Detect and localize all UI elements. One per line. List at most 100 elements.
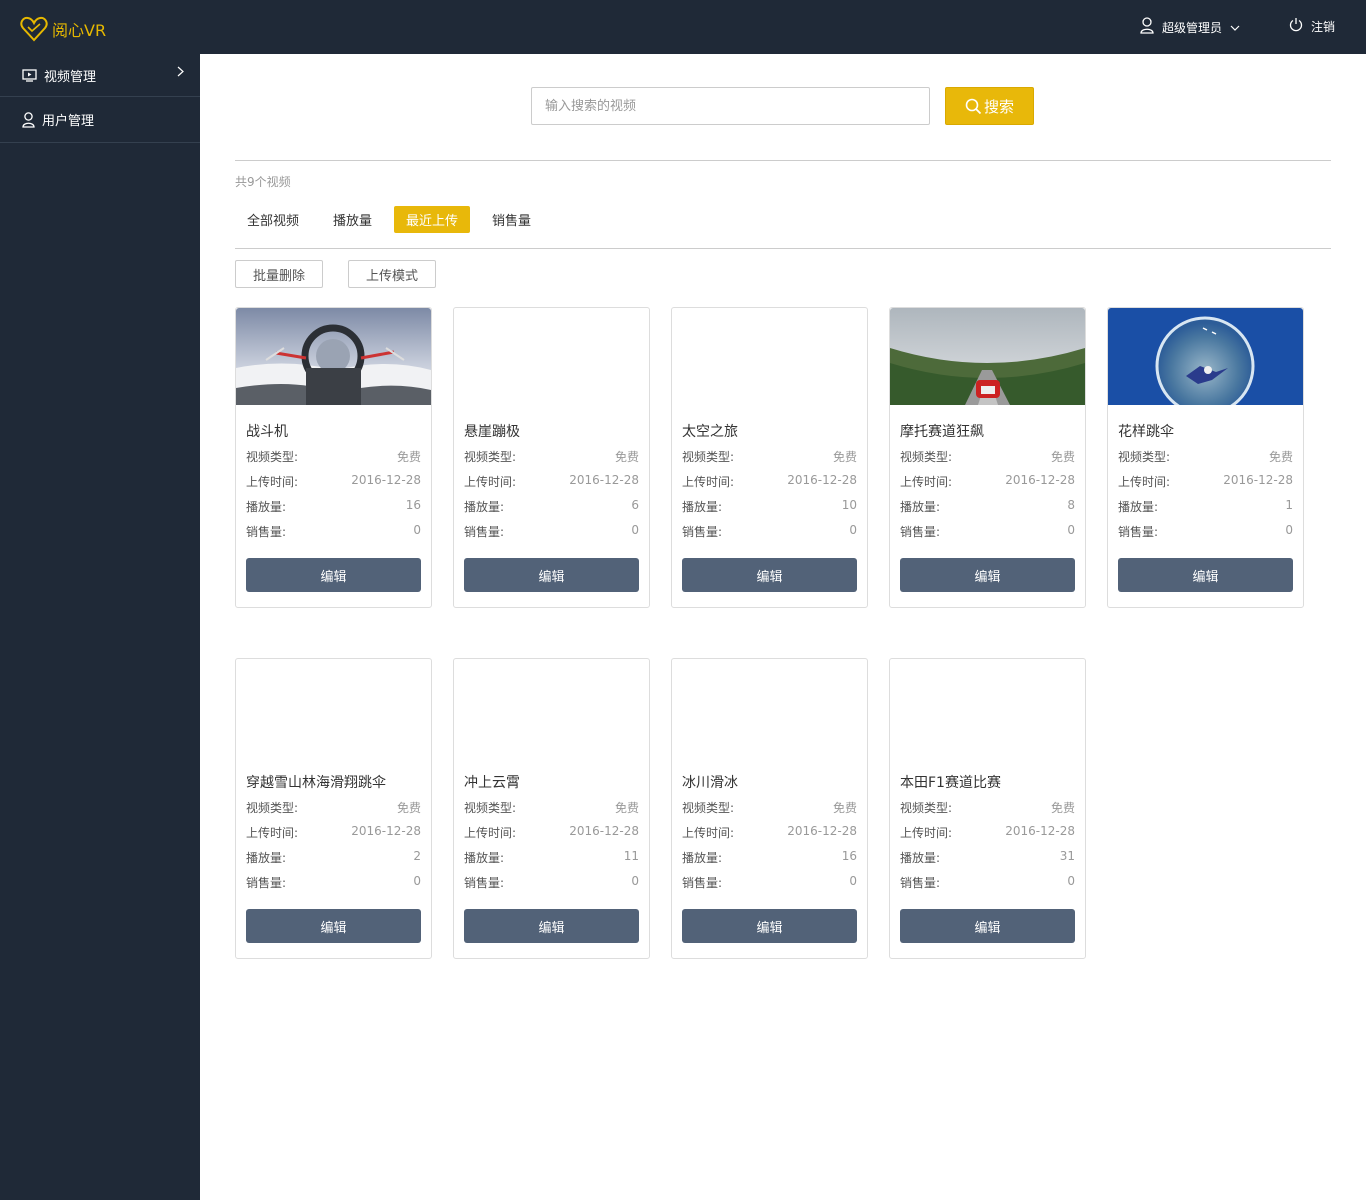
edit-button[interactable]: 编辑 xyxy=(900,558,1075,592)
tab-play-count[interactable]: 播放量 xyxy=(321,206,384,233)
app-logo[interactable]: 阅心VR xyxy=(20,16,106,42)
video-card: 花样跳伞 视频类型: 免费 上传时间: 2016-12-28 播放量: 1 销售量: 0… xyxy=(1107,307,1304,608)
sidebar-item-video-management[interactable]: 视频管理 xyxy=(0,54,200,97)
video-thumbnail[interactable] xyxy=(454,659,649,756)
field-label: 销售量: xyxy=(900,876,941,890)
field-label: 播放量: xyxy=(682,500,723,514)
edit-button[interactable]: 编辑 xyxy=(246,558,421,592)
edit-button[interactable]: 编辑 xyxy=(900,909,1075,943)
upload-time: 2016-12-28 xyxy=(1005,473,1075,487)
batch-delete-button[interactable]: 批量删除 xyxy=(235,260,323,288)
video-thumbnail[interactable] xyxy=(236,308,431,405)
edit-button[interactable]: 编辑 xyxy=(682,909,857,943)
upload-time: 2016-12-28 xyxy=(351,824,421,838)
search-icon xyxy=(965,98,982,114)
upload-time: 2016-12-28 xyxy=(787,824,857,838)
field-label: 销售量: xyxy=(1118,525,1159,539)
sales-count: 0 xyxy=(849,874,857,888)
video-type: 免费 xyxy=(1050,801,1075,815)
sales-count-row: 销售量: 0 xyxy=(900,523,1075,540)
sales-count: 0 xyxy=(631,874,639,888)
video-thumbnail[interactable] xyxy=(890,659,1085,756)
video-card: 冲上云霄 视频类型: 免费 上传时间: 2016-12-28 播放量: 11 销售量:… xyxy=(453,658,650,959)
user-icon xyxy=(22,111,35,128)
tab-all-videos[interactable]: 全部视频 xyxy=(235,206,311,233)
sales-count-row: 销售量: 0 xyxy=(900,874,1075,891)
field-label: 上传时间: xyxy=(1118,475,1171,489)
sidebar-item-label: 用户管理 xyxy=(42,114,95,129)
video-title: 太空之旅 xyxy=(682,424,738,440)
tab-sales[interactable]: 销售量 xyxy=(480,206,543,233)
video-title: 摩托赛道狂飙 xyxy=(900,424,984,440)
chevron-right-icon xyxy=(177,66,184,81)
video-type: 免费 xyxy=(396,801,421,815)
logout-button[interactable]: 注销 xyxy=(1289,17,1335,35)
upload-time: 2016-12-28 xyxy=(351,473,421,487)
tab-recent-upload[interactable]: 最近上传 xyxy=(394,206,471,233)
video-title: 本田F1赛道比赛 xyxy=(900,775,1001,791)
sidebar-item-label: 视频管理 xyxy=(44,69,97,85)
video-title: 战斗机 xyxy=(246,424,288,440)
edit-button[interactable]: 编辑 xyxy=(464,909,639,943)
field-label: 销售量: xyxy=(682,876,723,890)
upload-time: 2016-12-28 xyxy=(569,824,639,838)
field-label: 上传时间: xyxy=(900,826,953,840)
sales-count-row: 销售量: 0 xyxy=(464,523,639,540)
play-count-row: 播放量: 16 xyxy=(682,849,857,866)
play-count-row: 播放量: 6 xyxy=(464,498,639,515)
video-thumbnail[interactable] xyxy=(890,308,1085,405)
video-thumbnail[interactable] xyxy=(672,659,867,756)
play-count: 16 xyxy=(405,498,421,512)
video-card: 本田F1赛道比赛 视频类型: 免费 上传时间: 2016-12-28 播放量: 31 … xyxy=(889,658,1086,959)
upload-time-row: 上传时间: 2016-12-28 xyxy=(246,824,421,841)
play-count-row: 播放量: 16 xyxy=(246,498,421,515)
edit-button[interactable]: 编辑 xyxy=(464,558,639,592)
search-button-label: 搜索 xyxy=(983,97,1014,116)
user-name: 超级管理员 xyxy=(1162,20,1223,35)
field-label: 播放量: xyxy=(900,500,941,514)
video-thumbnail[interactable] xyxy=(454,308,649,405)
field-label: 播放量: xyxy=(1118,500,1159,514)
field-label: 视频类型: xyxy=(900,801,953,815)
play-count: 6 xyxy=(631,498,639,512)
video-thumbnail[interactable] xyxy=(672,308,867,405)
play-count-row: 播放量: 31 xyxy=(900,849,1075,866)
video-type-row: 视频类型: 免费 xyxy=(246,448,421,465)
video-thumbnail[interactable] xyxy=(1108,308,1303,405)
field-label: 销售量: xyxy=(246,876,287,890)
video-thumbnail[interactable] xyxy=(236,659,431,756)
upload-time-row: 上传时间: 2016-12-28 xyxy=(682,473,857,490)
video-type-row: 视频类型: 免费 xyxy=(682,448,857,465)
upload-time: 2016-12-28 xyxy=(1223,473,1293,487)
edit-button[interactable]: 编辑 xyxy=(246,909,421,943)
divider xyxy=(235,248,1331,249)
sidebar: 视频管理 用户管理 xyxy=(0,54,200,1200)
edit-button[interactable]: 编辑 xyxy=(682,558,857,592)
field-label: 上传时间: xyxy=(682,475,735,489)
video-title: 穿越雪山林海滑翔跳伞 xyxy=(246,775,386,791)
play-count: 16 xyxy=(841,849,857,863)
field-label: 视频类型: xyxy=(682,801,735,815)
user-menu[interactable]: 超级管理员 xyxy=(1140,17,1240,37)
edit-button[interactable]: 编辑 xyxy=(1118,558,1293,592)
sales-count: 0 xyxy=(631,523,639,537)
video-card: 战斗机 视频类型: 免费 上传时间: 2016-12-28 播放量: 16 销售量: 0… xyxy=(235,307,432,608)
upload-time: 2016-12-28 xyxy=(787,473,857,487)
field-label: 销售量: xyxy=(464,876,505,890)
sidebar-item-user-management[interactable]: 用户管理 xyxy=(0,97,200,143)
video-type-row: 视频类型: 免费 xyxy=(464,799,639,816)
sales-count-row: 销售量: 0 xyxy=(464,874,639,891)
sales-count: 0 xyxy=(1285,523,1293,537)
app-name: 阅心VR xyxy=(52,21,107,40)
field-label: 视频类型: xyxy=(682,450,735,464)
search-input[interactable] xyxy=(531,87,930,125)
search-button[interactable]: 搜索 xyxy=(945,87,1034,125)
video-type: 免费 xyxy=(396,450,421,464)
sales-count-row: 销售量: 0 xyxy=(1118,523,1293,540)
upload-mode-button[interactable]: 上传模式 xyxy=(348,260,436,288)
video-type-row: 视频类型: 免费 xyxy=(900,448,1075,465)
video-title: 冰川滑冰 xyxy=(682,775,738,791)
play-count: 1 xyxy=(1285,498,1293,512)
sales-count: 0 xyxy=(413,523,421,537)
video-title: 花样跳伞 xyxy=(1118,424,1174,440)
